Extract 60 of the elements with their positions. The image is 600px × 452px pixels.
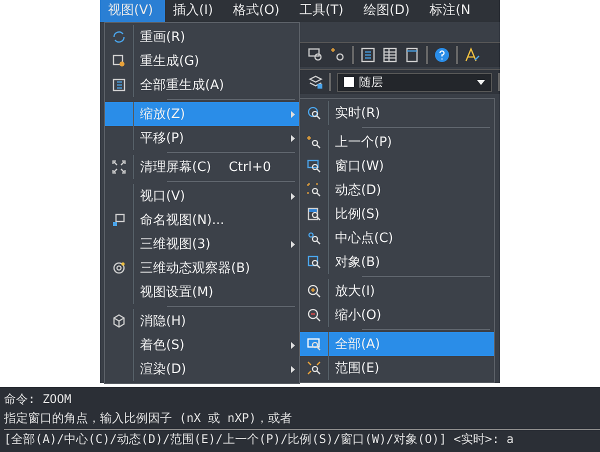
menu-item[interactable]: 重生成(G) [105, 49, 299, 73]
help-icon[interactable] [434, 47, 450, 63]
menu-item[interactable]: 放大(I) [300, 279, 494, 303]
regenerate-icon [112, 54, 126, 68]
zoom-scale-icon [307, 207, 321, 221]
menu-item[interactable]: 渲染(D) [105, 357, 299, 381]
layer-dropdown[interactable]: 随层 [337, 72, 492, 92]
menu-bar-item[interactable]: 格式(O) [225, 0, 292, 22]
menu-item[interactable]: 范围(E) [300, 356, 494, 380]
cube-icon [112, 314, 126, 328]
zoom-window-icon[interactable] [308, 47, 324, 63]
layer-icon[interactable] [308, 74, 324, 90]
menu-item[interactable]: 窗口(W) [300, 154, 494, 178]
menu-item[interactable]: 上一个(P) [300, 130, 494, 154]
menu-item[interactable]: 三维动态观察器(B) [105, 256, 299, 280]
fullscreen-icon [112, 160, 126, 174]
menu-bar-item[interactable]: 工具(T) [291, 0, 356, 22]
menu-bar-item[interactable]: 插入(I) [165, 0, 226, 22]
zoom-extents-icon [307, 361, 321, 375]
menu-item[interactable]: 动态(D) [300, 178, 494, 202]
menu-item[interactable]: 三维视图(3) [105, 232, 299, 256]
menu-item[interactable]: 实时(R) [300, 101, 494, 125]
menu-bar-item[interactable]: 标注(N [422, 0, 482, 22]
menu-bar-item[interactable]: 绘图(D) [356, 0, 422, 22]
zoom-dynamic-icon [307, 183, 321, 197]
zoom-realtime-icon [307, 106, 321, 120]
command-line-text: 命令: ZOOM [4, 391, 72, 408]
zoom-previous-icon[interactable] [330, 47, 346, 63]
properties-icon[interactable] [360, 47, 376, 63]
menu-item[interactable]: 缩小(O) [300, 303, 494, 327]
menu-item[interactable]: 对象(B) [300, 250, 494, 274]
zoom-out-icon [307, 308, 321, 322]
menu-item[interactable]: 比例(S) [300, 202, 494, 226]
document-icon[interactable] [404, 47, 420, 63]
zoom-center-icon [307, 231, 321, 245]
zoom-object-icon [307, 255, 321, 269]
menu-item[interactable]: 视图设置(M) [105, 280, 299, 304]
shortcut-label: Ctrl+0 [228, 160, 272, 174]
zoom-window-icon [307, 159, 321, 173]
table-icon[interactable] [382, 47, 398, 63]
zoom-previous-icon [307, 135, 321, 149]
menu-item[interactable]: 重画(R) [105, 25, 299, 49]
command-line-text: 指定窗口的角点，输入比例因子 (nX 或 nXP)，或者 [4, 410, 294, 427]
orbit-icon [112, 261, 126, 275]
named-view-icon [112, 213, 126, 227]
grid-icon [112, 78, 126, 92]
menu-item[interactable]: 全部重生成(A) [105, 73, 299, 97]
menu-item[interactable]: 视口(V) [105, 184, 299, 208]
zoom-in-icon [307, 284, 321, 298]
menu-item[interactable]: 清理屏幕(C) Ctrl+0 [105, 155, 299, 179]
dropdown-arrow-icon [477, 80, 486, 84]
menu-item[interactable]: 消隐(H) [105, 309, 299, 333]
zoom-all-icon [307, 337, 321, 351]
menu-item[interactable]: 命名视图(N)... [105, 208, 299, 232]
command-line-text: [全部(A)/中心(C)/动态(D)/范围(E)/上一个(P)/比例(S)/窗口(W)/对象(O)] <实时>: a [4, 429, 600, 449]
text-style-icon[interactable] [464, 47, 480, 63]
refresh-icon [112, 30, 126, 44]
menu-item[interactable]: 中心点(C) [300, 226, 494, 250]
menu-item[interactable]: 着色(S) [105, 333, 299, 357]
menu-item[interactable]: 平移(P) [105, 126, 299, 150]
